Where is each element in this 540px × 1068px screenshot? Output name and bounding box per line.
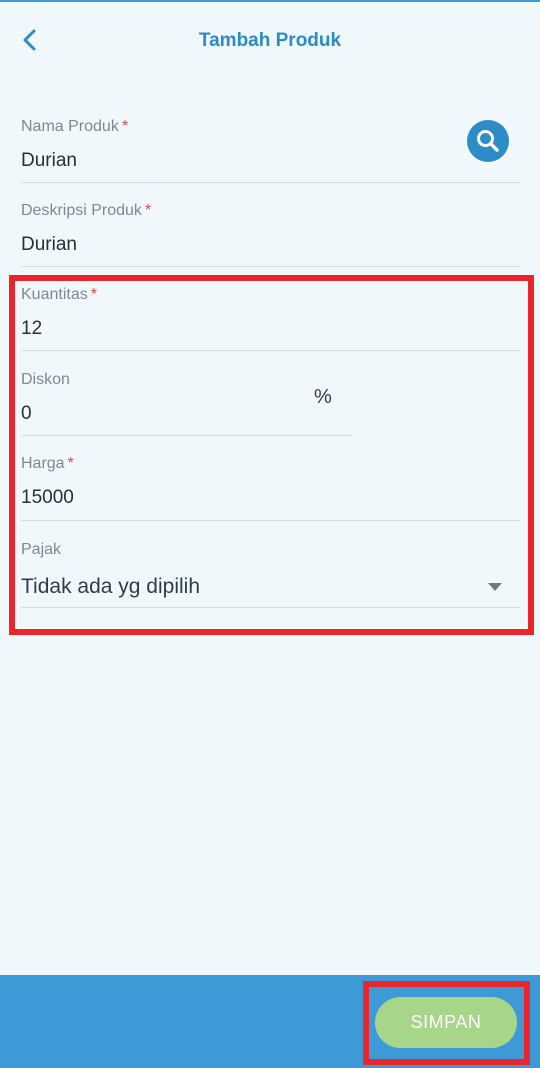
required-mark: *	[121, 118, 129, 135]
diskon-input[interactable]: 0	[21, 403, 353, 425]
diskon-label: Diskon	[21, 371, 70, 388]
pajak-select[interactable]: Pajak Tidak ada yg dipilih	[21, 541, 520, 608]
harga-field[interactable]: Harga * 15000	[21, 455, 520, 521]
search-icon	[477, 130, 499, 152]
field-underline	[21, 350, 520, 351]
deskripsi-produk-label: Deskripsi Produk	[21, 202, 142, 219]
deskripsi-produk-field[interactable]: Deskripsi Produk * Durian	[21, 202, 520, 267]
required-mark: *	[144, 202, 152, 219]
harga-input[interactable]: 15000	[21, 487, 520, 509]
diskon-field[interactable]: Diskon 0	[21, 371, 353, 436]
field-underline	[21, 607, 520, 608]
pajak-selected-value: Tidak ada yg dipilih	[21, 575, 200, 598]
field-underline	[21, 182, 520, 183]
required-mark: *	[67, 455, 74, 472]
dropdown-arrow-icon	[488, 583, 502, 591]
kuantitas-field[interactable]: Kuantitas * 12	[21, 286, 520, 351]
pajak-label: Pajak	[21, 541, 62, 558]
field-underline	[21, 520, 520, 521]
diskon-unit: %	[314, 386, 332, 408]
nama-produk-label: Nama Produk	[21, 118, 119, 135]
search-product-button[interactable]	[467, 120, 509, 162]
field-underline	[21, 435, 353, 436]
save-button[interactable]: SIMPAN	[375, 997, 517, 1048]
deskripsi-produk-input[interactable]: Durian	[21, 234, 520, 256]
required-mark: *	[90, 286, 97, 303]
kuantitas-label: Kuantitas	[21, 286, 88, 303]
nama-produk-field[interactable]: Nama Produk * Durian	[21, 118, 520, 183]
page-title: Tambah Produk	[198, 30, 342, 51]
harga-label: Harga	[21, 455, 65, 472]
field-underline	[21, 266, 520, 267]
app-header: Tambah Produk	[0, 2, 540, 78]
kuantitas-input[interactable]: 12	[21, 318, 520, 340]
nama-produk-input[interactable]: Durian	[21, 150, 520, 172]
